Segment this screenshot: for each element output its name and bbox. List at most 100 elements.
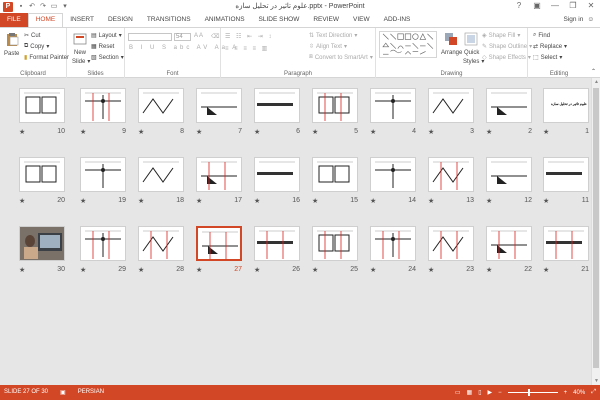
slide-thumbnail-17[interactable] [196, 157, 242, 192]
transition-star-icon[interactable]: ★ [543, 197, 549, 205]
slide-thumbnail-27[interactable] [196, 226, 242, 261]
save-icon[interactable]: ▪ [17, 3, 25, 11]
reset-button[interactable]: ▦ Reset [91, 43, 114, 51]
slide-thumbnail-20[interactable] [19, 157, 65, 192]
ribbon-display-options-icon[interactable]: ▣ [528, 0, 546, 13]
slide-thumbnail-13[interactable] [428, 157, 474, 192]
align-buttons[interactable]: ≡ ≡ ≡ ≡ ▥ [225, 45, 269, 52]
transition-star-icon[interactable]: ★ [254, 197, 260, 205]
transition-star-icon[interactable]: ★ [19, 128, 25, 136]
slide-thumbnail-9[interactable] [80, 88, 126, 123]
slide-thumbnail-6[interactable] [254, 88, 300, 123]
collapse-ribbon-icon[interactable]: ⌃ [591, 68, 596, 75]
transition-star-icon[interactable]: ★ [370, 128, 376, 136]
list-buttons[interactable]: ☰ ☷ ⇤ ⇥ ↕ [225, 33, 273, 40]
sign-in-link[interactable]: Sign in [563, 13, 583, 27]
transition-star-icon[interactable]: ★ [486, 197, 492, 205]
tab-transitions[interactable]: TRANSITIONS [140, 13, 198, 27]
quick-styles-icon[interactable] [464, 32, 478, 46]
start-slideshow-icon[interactable]: ▭ [50, 3, 58, 11]
new-slide-dropdown[interactable]: Slide ▾ [72, 58, 90, 66]
transition-star-icon[interactable]: ★ [80, 128, 86, 136]
scroll-up-icon[interactable]: ▲ [592, 78, 600, 86]
transition-star-icon[interactable]: ★ [428, 266, 434, 274]
tab-view[interactable]: VIEW [346, 13, 377, 27]
restore-button[interactable]: ❐ [564, 0, 582, 13]
slide-thumbnail-28[interactable] [138, 226, 184, 261]
transition-star-icon[interactable]: ★ [312, 266, 318, 274]
slide-thumbnail-19[interactable] [80, 157, 126, 192]
slide-thumbnail-1[interactable]: علوم تاثیر در تحلیل سازه [543, 88, 589, 123]
new-slide-icon[interactable] [73, 32, 87, 46]
transition-star-icon[interactable]: ★ [138, 197, 144, 205]
transition-star-icon[interactable]: ★ [138, 128, 144, 136]
zoom-out-button[interactable]: − [498, 390, 502, 396]
slide-sorter-view-icon[interactable]: ▦ [467, 389, 473, 396]
transition-star-icon[interactable]: ★ [312, 197, 318, 205]
layout-button[interactable]: ▤ Layout ▾ [91, 32, 122, 40]
grow-shrink-font-buttons[interactable]: A A [194, 33, 203, 39]
slide-thumbnail-14[interactable] [370, 157, 416, 192]
transition-star-icon[interactable]: ★ [196, 128, 202, 136]
section-button[interactable]: ▧ Section ▾ [91, 54, 124, 62]
slide-thumbnail-22[interactable] [486, 226, 532, 261]
tab-animations[interactable]: ANIMATIONS [198, 13, 252, 27]
zoom-in-button[interactable]: + [564, 390, 568, 396]
scroll-thumb[interactable] [593, 88, 599, 368]
scroll-down-icon[interactable]: ▼ [592, 377, 600, 385]
tab-home[interactable]: HOME [27, 13, 64, 27]
paste-button[interactable]: Paste [4, 51, 19, 57]
convert-smartart-button[interactable]: ⧈ Convert to SmartArt ▾ [309, 54, 373, 61]
slide-thumbnail-26[interactable] [254, 226, 300, 261]
transition-star-icon[interactable]: ★ [543, 266, 549, 274]
slide-thumbnail-21[interactable] [543, 226, 589, 261]
transition-star-icon[interactable]: ★ [312, 128, 318, 136]
redo-icon[interactable]: ↷ [39, 3, 47, 11]
shape-fill-button[interactable]: ◈ Shape Fill ▾ [482, 32, 520, 40]
transition-star-icon[interactable]: ★ [428, 128, 434, 136]
format-painter-button[interactable]: ▮ Format Painter [24, 54, 69, 62]
zoom-slider-knob[interactable] [527, 389, 530, 396]
select-button[interactable]: ⬚ Select ▾ [533, 54, 562, 62]
font-size-box[interactable]: 54 [174, 33, 191, 41]
align-text-button[interactable]: ⇳ Align Text ▾ [309, 43, 347, 51]
shape-effects-button[interactable]: ◇ Shape Effects ▾ [482, 54, 531, 62]
transition-star-icon[interactable]: ★ [370, 266, 376, 274]
close-button[interactable]: ✕ [582, 0, 600, 13]
tab-review[interactable]: REVIEW [306, 13, 346, 27]
slide-thumbnail-10[interactable] [19, 88, 65, 123]
transition-star-icon[interactable]: ★ [196, 197, 202, 205]
arrange-button[interactable]: Arrange [441, 50, 462, 56]
tab-design[interactable]: DESIGN [101, 13, 140, 27]
shapes-gallery[interactable] [379, 31, 437, 58]
clear-formatting-icon[interactable]: ⌫ [211, 33, 219, 40]
slide-thumbnail-29[interactable] [80, 226, 126, 261]
transition-star-icon[interactable]: ★ [138, 266, 144, 274]
transition-star-icon[interactable]: ★ [543, 128, 549, 136]
slide-thumbnail-3[interactable] [428, 88, 474, 123]
slide-thumbnail-25[interactable] [312, 226, 358, 261]
tab-slide-show[interactable]: SLIDE SHOW [252, 13, 307, 27]
transition-star-icon[interactable]: ★ [486, 266, 492, 274]
tab-file[interactable]: FILE [0, 13, 28, 27]
slide-thumbnail-2[interactable] [486, 88, 532, 123]
shape-outline-button[interactable]: ✎ Shape Outline ▾ [482, 43, 532, 51]
replace-button[interactable]: ⇄ Replace ▾ [533, 43, 567, 51]
tab-insert[interactable]: INSERT [63, 13, 101, 27]
slide-thumbnail-16[interactable] [254, 157, 300, 192]
slide-thumbnail-7[interactable] [196, 88, 242, 123]
vertical-scrollbar[interactable]: ▲ ▼ [591, 78, 600, 385]
smiley-icon[interactable]: ☺ [587, 13, 594, 27]
slide-thumbnail-4[interactable] [370, 88, 416, 123]
transition-star-icon[interactable]: ★ [254, 128, 260, 136]
normal-view-icon[interactable]: ▭ [455, 389, 461, 396]
zoom-level[interactable]: 40% [573, 390, 585, 396]
minimize-button[interactable]: — [546, 0, 564, 13]
transition-star-icon[interactable]: ★ [486, 128, 492, 136]
slide-thumbnail-8[interactable] [138, 88, 184, 123]
slide-thumbnail-5[interactable] [312, 88, 358, 123]
slide-thumbnail-12[interactable] [486, 157, 532, 192]
quick-styles-label[interactable]: Quick [464, 50, 479, 56]
customize-qat-icon[interactable]: ▾ [61, 3, 69, 11]
slide-thumbnail-15[interactable] [312, 157, 358, 192]
